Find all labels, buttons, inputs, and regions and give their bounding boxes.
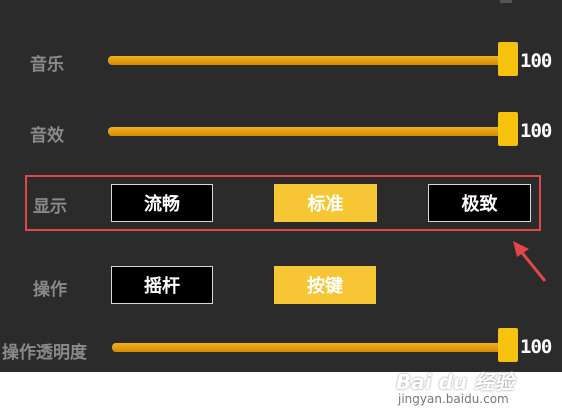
display-option-ultra[interactable]: 极致 [428, 184, 531, 222]
watermark-url: jingyan.baidu.com [398, 392, 509, 406]
opacity-label: 操作透明度 [2, 343, 87, 363]
opacity-slider-track[interactable] [112, 343, 514, 352]
control-label: 操作 [33, 280, 67, 300]
music-value: 100 [520, 50, 552, 72]
control-option-joystick[interactable]: 摇杆 [111, 266, 213, 304]
settings-panel: 音乐 100 音效 100 显示 流畅 标准 极致 操作 摇杆 按键 操作透明度… [0, 0, 562, 372]
music-slider-thumb[interactable] [498, 42, 518, 76]
display-option-standard[interactable]: 标准 [274, 184, 377, 222]
watermark: Bai du 经验 jingyan.baidu.com [396, 366, 536, 410]
music-slider-track[interactable] [108, 56, 512, 65]
sfx-label: 音效 [30, 126, 64, 146]
sfx-slider-thumb[interactable] [498, 112, 518, 146]
music-label: 音乐 [30, 55, 64, 75]
scroll-indicator [500, 0, 512, 3]
display-option-smooth[interactable]: 流畅 [111, 184, 213, 222]
watermark-logo: Bai du 经验 [396, 370, 515, 394]
opacity-value: 100 [520, 336, 552, 358]
display-label: 显示 [33, 197, 67, 217]
control-option-buttons[interactable]: 按键 [274, 266, 376, 304]
sfx-value: 100 [520, 120, 552, 142]
opacity-slider-thumb[interactable] [498, 328, 518, 362]
pointer-arrow-icon [513, 241, 547, 282]
sfx-slider-track[interactable] [108, 127, 512, 136]
